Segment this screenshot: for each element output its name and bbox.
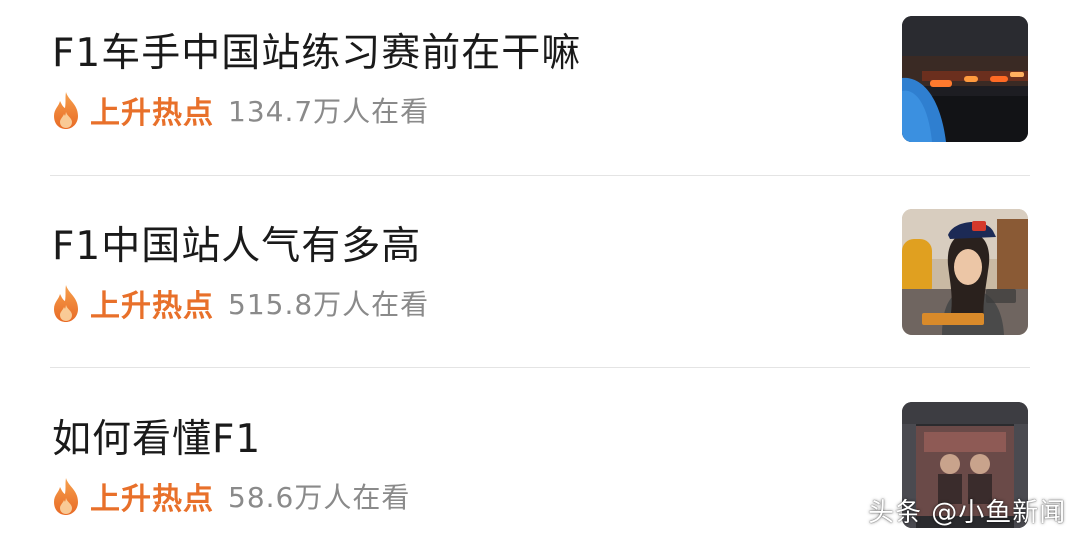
item-title[interactable]: F1车手中国站练习赛前在干嘛 [52,30,581,78]
view-count: 134.7万人在看 [228,95,430,128]
divider [50,367,1030,368]
flame-icon [54,478,78,515]
hot-list: F1车手中国站练习赛前在干嘛 上升热点 134.7万人在看 F1中国站人气有多高… [0,0,1080,541]
rising-badge: 上升热点 [90,96,214,131]
racetrack-night-thumbnail-icon [902,16,1028,142]
item-thumbnail[interactable] [902,16,1028,142]
item-thumbnail[interactable] [902,209,1028,335]
list-item[interactable]: F1中国站人气有多高 上升热点 515.8万人在看 [50,193,1030,369]
divider [50,175,1030,176]
list-item[interactable]: F1车手中国站练习赛前在干嘛 上升热点 134.7万人在看 [50,0,1030,176]
watermark: 头条 @小鱼新闻 [868,498,1067,528]
flame-icon [54,92,78,129]
item-meta: 上升热点 134.7万人在看 [50,88,429,132]
item-meta: 上升热点 58.6万人在看 [50,474,410,518]
flame-icon [54,285,78,322]
fan-interview-thumbnail-icon [902,209,1028,335]
item-title[interactable]: F1中国站人气有多高 [52,223,421,271]
item-title[interactable]: 如何看懂F1 [52,416,261,464]
rising-badge: 上升热点 [90,289,214,324]
item-meta: 上升热点 515.8万人在看 [50,281,429,325]
view-count: 515.8万人在看 [228,288,430,321]
view-count: 58.6万人在看 [228,481,411,514]
rising-badge: 上升热点 [90,482,214,517]
